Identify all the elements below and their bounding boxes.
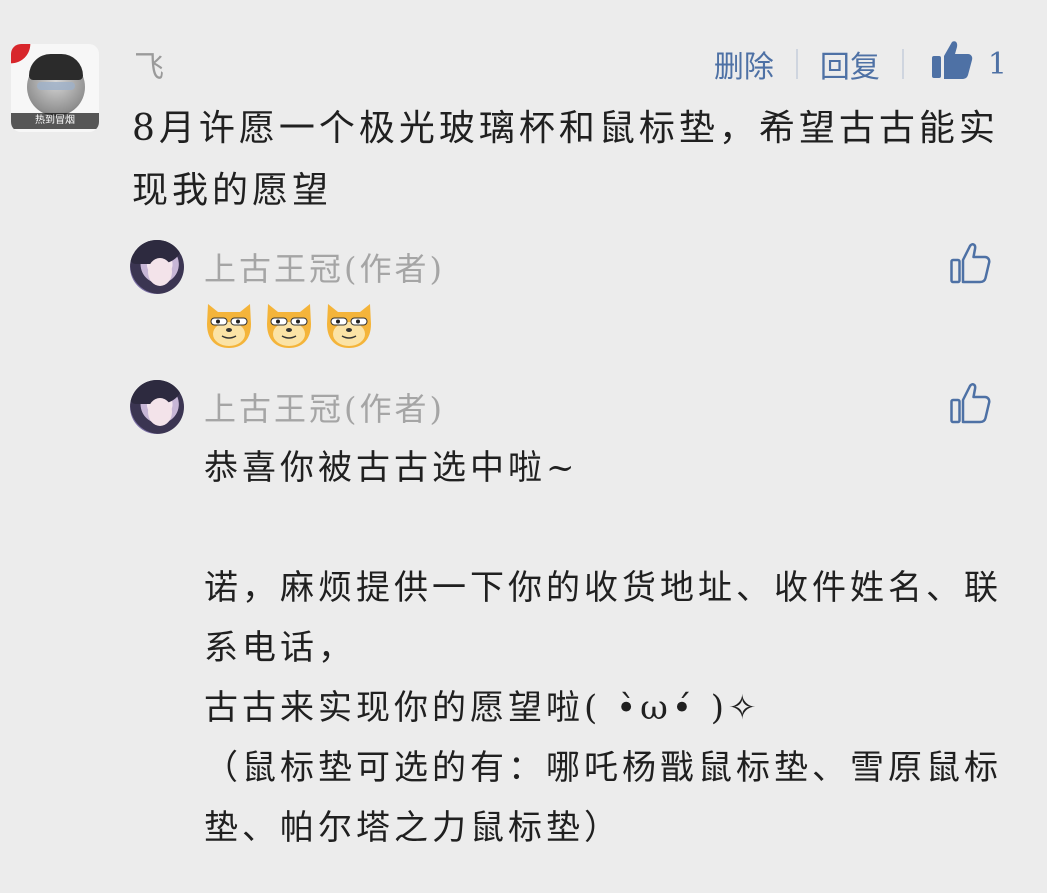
like-count: 1 (987, 46, 1007, 82)
avatar-face (148, 398, 172, 426)
reply-text: 恭喜你被古古选中啦~ 诺，麻烦提供一下你的收货地址、收件姓名、联系电话， 古古来… (204, 448, 1002, 848)
thumbs-up-outline-icon (949, 243, 991, 290)
reply-emoji-row (202, 296, 376, 350)
reply-author-avatar[interactable] (130, 380, 184, 434)
avatar-caption: 热到冒烟 (11, 113, 99, 129)
delete-button[interactable]: 删除 (692, 42, 796, 86)
comment-text: 8月许愿一个极光玻璃杯和鼠标垫，希望古古能实现我的愿望 (132, 108, 999, 211)
reply-author-name[interactable]: 上古王冠(作者) (204, 244, 445, 290)
avatar-hair (29, 54, 83, 80)
commenter-avatar[interactable]: 热到冒烟 (11, 44, 99, 132)
doge-emoji (202, 296, 256, 350)
reply-button[interactable]: 回复 (798, 42, 902, 86)
commenter-username[interactable]: 飞 (134, 42, 164, 86)
thumbs-up-outline-icon (949, 383, 991, 430)
reply-author-avatar[interactable] (130, 240, 184, 294)
avatar-eyes (37, 82, 75, 90)
avatar-face (148, 258, 172, 286)
doge-emoji (322, 296, 376, 350)
reply-like-button[interactable] (949, 240, 991, 286)
reply-like-button[interactable] (949, 380, 991, 426)
thumbs-up-filled-icon (930, 38, 974, 90)
doge-emoji (262, 296, 316, 350)
like-button[interactable]: 1 (904, 38, 1007, 90)
reply-author-name[interactable]: 上古王冠(作者) (204, 384, 445, 430)
comment-actions: 删除 回复 1 (692, 40, 1007, 88)
